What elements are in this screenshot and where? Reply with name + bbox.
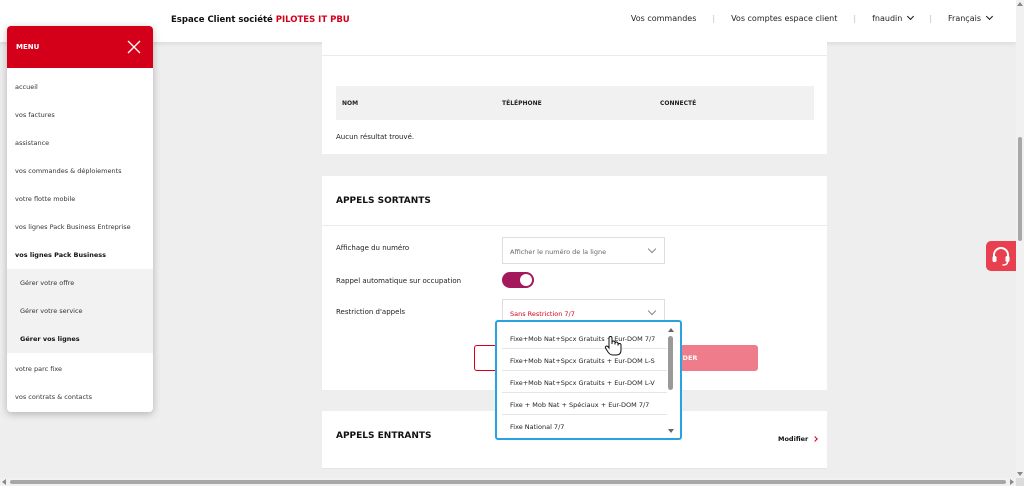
scroll-right-arrow[interactable] xyxy=(1010,479,1014,485)
menu-subitem-manage-lines[interactable]: Gérer vos lignes xyxy=(7,325,153,353)
dropdown-option[interactable]: Fixe+Mob Nat+Spcx Gratuits + Eur-DOM L-V xyxy=(502,371,669,393)
empty-message: Aucun résultat trouvé. xyxy=(336,133,415,141)
menu-item-home[interactable]: accueil xyxy=(7,73,153,101)
column-connected: CONNECTÉ xyxy=(660,100,697,107)
dropdown-option[interactable]: Fixe National 7/7 xyxy=(502,415,669,434)
menu-subitem-manage-service[interactable]: Gérer votre service xyxy=(7,297,153,325)
section-title: APPELS SORTANTS xyxy=(336,196,431,206)
language-selector[interactable]: Français xyxy=(948,12,994,23)
nav-separator: | xyxy=(853,14,857,23)
toggle-knob xyxy=(520,274,532,286)
modify-label: Modifier xyxy=(778,435,809,443)
menu-item-fixed-park[interactable]: votre parc fixe xyxy=(7,355,153,383)
number-display-select[interactable]: Afficher le numéro de la ligne xyxy=(502,237,665,264)
auto-callback-toggle[interactable] xyxy=(502,272,534,288)
sidebar-menu: MENU accueil vos factures assistance vos… xyxy=(7,26,153,412)
divider xyxy=(322,468,827,469)
column-name: NOM xyxy=(342,100,359,107)
scrollbar-thumb[interactable] xyxy=(10,480,1006,484)
menu-item-orders[interactable]: vos commandes & déploiements xyxy=(7,157,153,185)
scroll-up-arrow[interactable] xyxy=(668,328,674,332)
scroll-up-arrow[interactable] xyxy=(1017,2,1023,6)
menu-item-pack-business-entreprise[interactable]: vos lignes Pack Business Entreprise xyxy=(7,213,153,241)
top-nav: Vos commandes | Vos comptes espace clien… xyxy=(631,12,994,23)
scroll-down-arrow[interactable] xyxy=(1017,472,1023,476)
menu-item-invoices[interactable]: vos factures xyxy=(7,101,153,129)
menu-item-contracts[interactable]: vos contrats & contacts xyxy=(7,383,153,411)
page-horizontal-scrollbar[interactable] xyxy=(0,478,1016,486)
restriction-value: Sans Restriction 7/7 xyxy=(510,310,575,318)
brand-company: PILOTES IT PBU xyxy=(275,15,350,25)
divider xyxy=(322,55,827,56)
user-name: fnaudin xyxy=(872,14,903,23)
dropdown-option[interactable]: Fixe+Mob Nat+Spcx Gratuits + Eur-DOM 7/7 xyxy=(502,327,669,349)
dropdown-option[interactable]: Fixe+Mob Nat+Spcx Gratuits + Eur-DOM L-S xyxy=(502,349,669,371)
dropdown-options: Fixe+Mob Nat+Spcx Gratuits + Eur-DOM 7/7… xyxy=(502,327,669,434)
number-display-value: Afficher le numéro de la ligne xyxy=(510,248,607,256)
menu-header: MENU xyxy=(7,26,153,68)
divider xyxy=(322,225,827,226)
menu-item-pack-business[interactable]: vos lignes Pack Business xyxy=(7,241,153,269)
brand-prefix: Espace Client société xyxy=(171,15,273,25)
scroll-left-arrow[interactable] xyxy=(2,479,6,485)
nav-orders-link[interactable]: Vos commandes xyxy=(631,14,696,23)
chevron-down-icon xyxy=(647,244,657,254)
scrollbar-corner xyxy=(1016,478,1024,486)
menu-item-mobile-fleet[interactable]: votre flotte mobile xyxy=(7,185,153,213)
modify-link[interactable]: Modifier xyxy=(778,435,819,443)
contacts-panel: NOM TÉLÉPHONE CONNECTÉ Aucun résultat tr… xyxy=(322,42,827,154)
help-button[interactable] xyxy=(986,241,1016,271)
menu-subitem-manage-offer[interactable]: Gérer votre offre xyxy=(7,269,153,297)
page-vertical-scrollbar[interactable] xyxy=(1016,0,1024,478)
restriction-label: Restriction d'appels xyxy=(336,308,405,316)
close-icon[interactable] xyxy=(127,39,141,54)
nav-accounts-link[interactable]: Vos comptes espace client xyxy=(731,14,837,23)
chevron-down-icon xyxy=(985,12,994,21)
scroll-down-arrow[interactable] xyxy=(668,429,674,433)
number-display-label: Affichage du numéro xyxy=(336,244,410,252)
brand-title: Espace Client société PILOTES IT PBU xyxy=(171,15,350,25)
hand-pointer-icon xyxy=(604,335,622,357)
table-header: NOM TÉLÉPHONE CONNECTÉ xyxy=(336,86,814,120)
chevron-down-icon xyxy=(907,12,915,21)
headset-icon xyxy=(992,247,1010,266)
menu-title: MENU xyxy=(16,43,40,51)
nav-separator: | xyxy=(712,14,716,23)
dropdown-scrollbar[interactable] xyxy=(667,327,675,434)
validate-button[interactable]: LIDER xyxy=(672,345,758,371)
scrollbar-thumb[interactable] xyxy=(668,336,673,390)
nav-separator: | xyxy=(929,14,933,23)
language-label: Français xyxy=(948,14,981,23)
dropdown-option[interactable]: Fixe + Mob Nat + Spéciaux + Eur-DOM 7/7 xyxy=(502,393,669,415)
section-title: APPELS ENTRANTS xyxy=(336,431,432,441)
scrollbar-thumb[interactable] xyxy=(1018,137,1022,241)
chevron-right-icon xyxy=(812,436,819,442)
restriction-dropdown-list[interactable]: Fixe+Mob Nat+Spcx Gratuits + Eur-DOM 7/7… xyxy=(495,320,682,440)
chevron-down-icon xyxy=(647,306,657,316)
column-phone: TÉLÉPHONE xyxy=(502,100,542,107)
menu-item-support[interactable]: assistance xyxy=(7,129,153,157)
user-menu[interactable]: fnaudin xyxy=(872,12,915,23)
auto-callback-label: Rappel automatique sur occupation xyxy=(336,277,462,285)
